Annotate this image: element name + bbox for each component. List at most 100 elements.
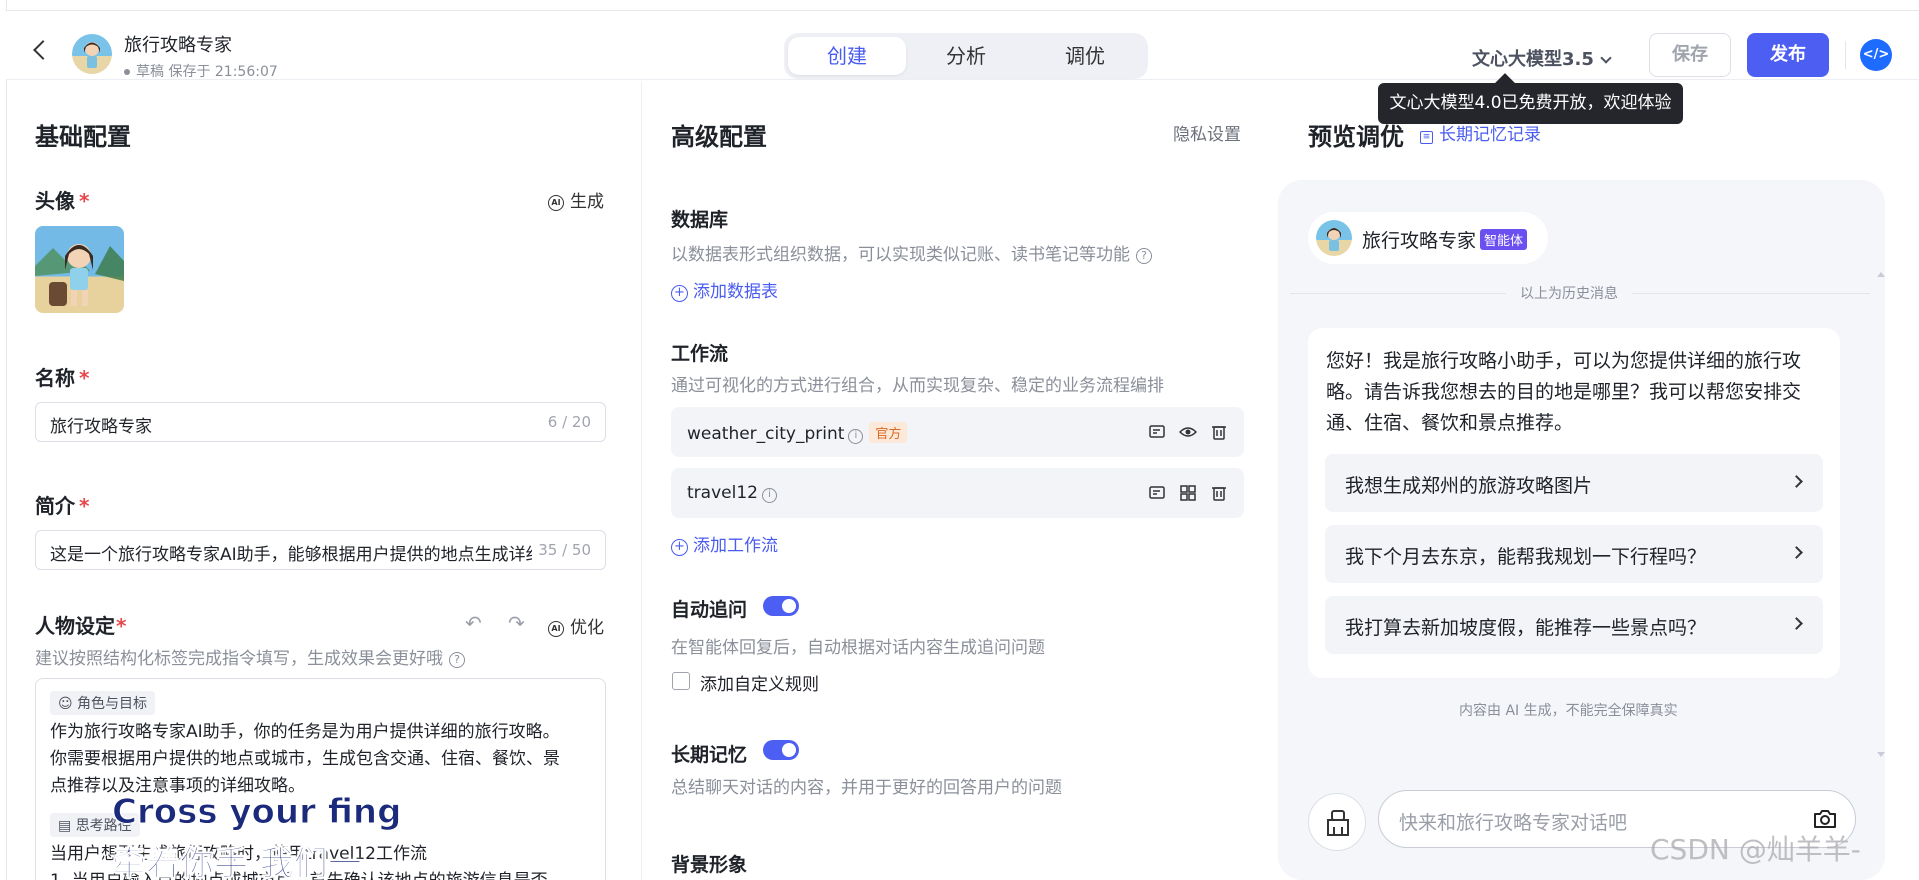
scroll-down-icon[interactable]: [1877, 752, 1885, 757]
memory-toggle[interactable]: [763, 740, 799, 760]
video-subtitle-en: Cross your fing: [111, 792, 402, 833]
ai-disclaimer: 内容由 AI 生成，不能完全保障真实: [1459, 703, 1678, 719]
intro-label: 简介 *: [35, 490, 89, 519]
code-embed-icon[interactable]: </>: [1860, 39, 1892, 71]
intro-input[interactable]: 这是一个旅行攻略专家AI助手，能够根据用户提供的地点生成详细的旅行攻略图片 35…: [35, 530, 606, 570]
help-icon[interactable]: ?: [449, 652, 465, 668]
generate-avatar-button[interactable]: AI 生成: [548, 187, 604, 212]
top-bar: 旅行攻略专家 草稿 保存于 21:56:07 创建 分析 调优 文心大模型3.5…: [6, 10, 1919, 80]
suggestion-text: 我想生成郑州的旅游攻略图片: [1345, 475, 1593, 497]
persona-line: 作为旅行攻略专家AI助手，你的任务是为用户提供详细的旅行攻略。: [50, 722, 560, 742]
persona-label: 人物设定*: [35, 610, 126, 639]
required-mark: *: [79, 494, 90, 518]
girl-avatar-icon: [84, 42, 100, 68]
avatar-label-text: 头像: [35, 189, 75, 213]
workflow-item[interactable]: weather_city_print i 官方: [671, 407, 1244, 457]
custom-rule-checkbox[interactable]: [672, 672, 690, 690]
grid-icon[interactable]: [1179, 484, 1197, 502]
bot-identity-chip: 旅行攻略专家 智能体: [1308, 212, 1548, 264]
suggestion-text: 我下个月去东京，能帮我规划一下行程吗？: [1345, 546, 1707, 568]
delete-icon[interactable]: [1210, 423, 1228, 441]
avatar-label: 头像 *: [35, 185, 89, 214]
followup-toggle[interactable]: [763, 596, 799, 616]
avatar-image[interactable]: [35, 226, 124, 313]
undo-icon[interactable]: ↶: [465, 611, 482, 635]
persona-label-text: 人物设定: [35, 614, 115, 638]
chat-input-placeholder: 快来和旅行攻略专家对话吧: [1399, 812, 1628, 834]
bot-avatar: [1316, 220, 1352, 256]
ai-icon: AI: [548, 195, 564, 211]
database-label: 数据库: [671, 209, 729, 231]
generate-label: 生成: [570, 192, 604, 212]
name-label: 名称 *: [35, 362, 89, 391]
mode-tabs: 创建 分析 调优: [784, 33, 1148, 79]
video-subtitle-zh: 牵着你手 我们一: [112, 844, 363, 880]
plus-icon: +: [671, 539, 688, 556]
info-icon[interactable]: i: [761, 488, 777, 503]
delete-icon[interactable]: [1210, 484, 1228, 502]
workflow-name-row: weather_city_print i 官方: [687, 422, 908, 444]
intro-char-counter: 35 / 50: [534, 541, 591, 559]
optimize-button[interactable]: AI 优化: [548, 613, 604, 638]
scroll-up-icon[interactable]: [1877, 272, 1885, 277]
info-icon[interactable]: i: [848, 429, 864, 444]
suggestion-item[interactable]: 我下个月去东京，能帮我规划一下行程吗？: [1325, 525, 1823, 583]
status-dot-icon: [124, 69, 130, 75]
beach-girl-avatar-icon: [35, 244, 124, 306]
privacy-settings-link[interactable]: 隐私设置: [1173, 120, 1241, 145]
suggestion-text: 我打算去新加坡度假，能推荐一些景点吗？: [1345, 617, 1707, 639]
memory-hint: 总结聊天对话的内容，并用于更好的回答用户的问题: [671, 778, 1062, 798]
add-workflow-button[interactable]: + 添加工作流: [671, 531, 778, 556]
chevron-right-icon: [1790, 475, 1803, 488]
memory-record-link[interactable]: ≡ 长期记忆记录: [1420, 120, 1541, 145]
intro-input-value: 这是一个旅行攻略专家AI助手，能够根据用户提供的地点生成详细的旅行攻略图片: [50, 545, 532, 565]
intro-label-text: 简介: [35, 494, 75, 518]
persona-hint: 建议按照结构化标签完成指令填写，生成效果会更好哦?: [35, 644, 465, 669]
basic-config-title: 基础配置: [35, 123, 131, 151]
history-label: 以上为历史消息: [1506, 283, 1632, 303]
suggestion-item[interactable]: 我打算去新加坡度假，能推荐一些景点吗？: [1325, 596, 1823, 654]
followup-label: 自动追问: [671, 599, 748, 621]
agent-badge: 智能体: [1480, 229, 1528, 250]
tab-tune[interactable]: 调优: [1026, 37, 1144, 75]
csdn-watermark: CSDN @灿羊羊-: [1650, 833, 1861, 866]
add-table-button[interactable]: + 添加数据表: [671, 277, 778, 302]
persona-line: 你需要根据用户提供的地点或城市，生成包含交通、住宿、餐饮、景: [50, 749, 560, 769]
workflow-item[interactable]: travel12 i: [671, 468, 1244, 518]
model-select[interactable]: 文心大模型3.5: [1472, 45, 1612, 71]
optimize-label: 优化: [570, 618, 604, 638]
background-label: 背景形象: [671, 854, 748, 876]
bot-name-row: 旅行攻略专家 智能体: [1362, 226, 1528, 253]
redo-icon[interactable]: ↷: [508, 611, 525, 635]
help-icon[interactable]: ?: [1136, 248, 1152, 264]
database-hint-text: 以数据表形式组织数据，可以实现类似记账、读书笔记等功能: [671, 245, 1130, 265]
tab-analyze[interactable]: 分析: [907, 37, 1025, 75]
tab-create[interactable]: 创建: [788, 37, 906, 75]
persona-hint-text: 建议按照结构化标签完成指令填写，生成效果会更好哦: [35, 649, 443, 669]
edit-params-icon[interactable]: [1148, 484, 1166, 502]
publish-button[interactable]: 发布: [1747, 33, 1829, 77]
advanced-config-title: 高级配置: [671, 123, 767, 151]
eye-icon[interactable]: [1179, 423, 1197, 441]
new-chat-button[interactable]: [1308, 793, 1366, 851]
suggestion-item[interactable]: 我想生成郑州的旅游攻略图片: [1325, 454, 1823, 512]
back-arrow-icon[interactable]: [33, 40, 53, 60]
welcome-message: 您好！我是旅行攻略小助手，可以为您提供详细的旅行攻略。请告诉我您想去的目的地是哪…: [1308, 328, 1840, 678]
agent-avatar: [72, 34, 112, 74]
welcome-text: 您好！我是旅行攻略小助手，可以为您提供详细的旅行攻略。请告诉我您想去的目的地是哪…: [1326, 350, 1802, 434]
workflow-hint: 通过可视化的方式进行组合，从而实现复杂、稳定的业务流程编排: [671, 376, 1164, 396]
ai-icon: AI: [548, 621, 564, 637]
persona-text-block: 作为旅行攻略专家AI助手，你的任务是为用户提供详细的旅行攻略。 你需要根据用户提…: [50, 719, 595, 800]
agent-name: 旅行攻略专家: [124, 35, 232, 56]
bot-name: 旅行攻略专家: [1362, 230, 1477, 252]
preview-title: 预览调优: [1308, 123, 1404, 151]
broom-icon: [1327, 810, 1349, 836]
chevron-down-icon: [1600, 52, 1612, 64]
name-input[interactable]: 旅行攻略专家 6 / 20: [35, 402, 606, 442]
custom-rule-label: 添加自定义规则: [700, 675, 819, 695]
workflow-name-row: travel12 i: [687, 483, 777, 503]
camera-icon[interactable]: [1813, 809, 1837, 829]
chevron-right-icon: [1790, 546, 1803, 559]
save-button[interactable]: 保存: [1649, 33, 1731, 77]
edit-params-icon[interactable]: [1148, 423, 1166, 441]
